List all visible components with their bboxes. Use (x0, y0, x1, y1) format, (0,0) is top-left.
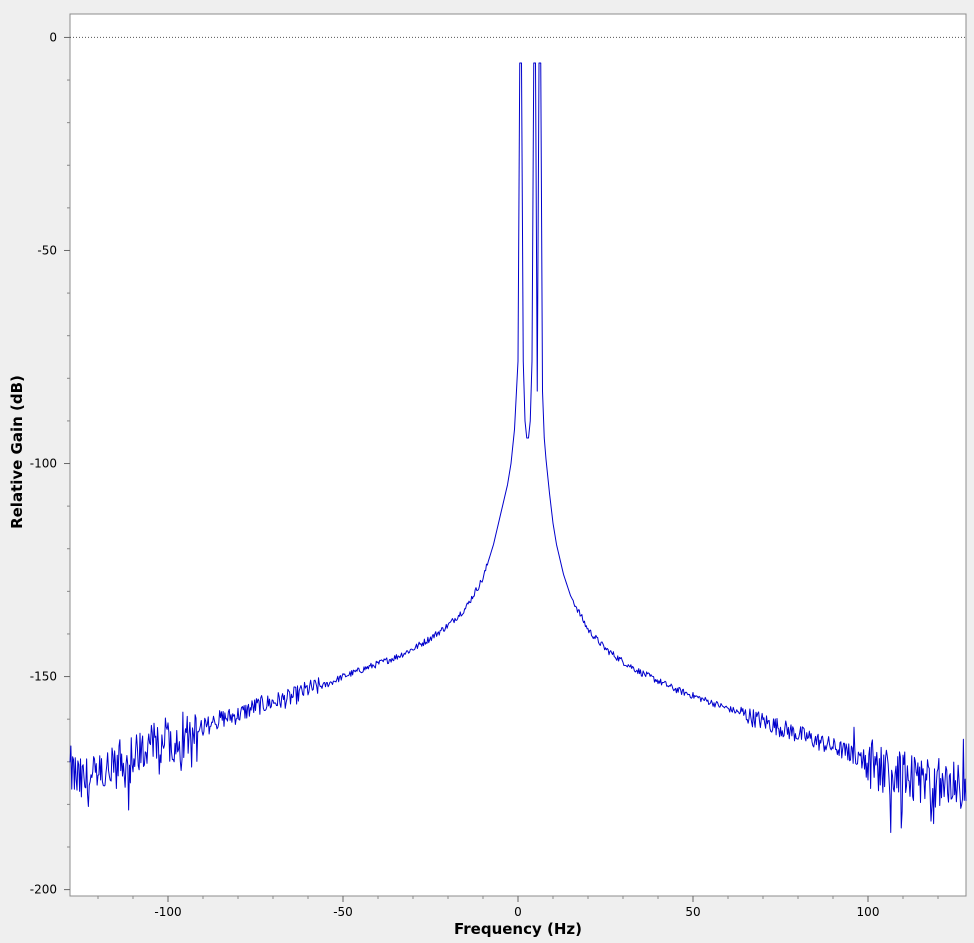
x-tick-label: 0 (514, 905, 522, 919)
x-axis: -100 -50 0 50 100 (97, 896, 939, 919)
x-tick-label: -50 (333, 905, 353, 919)
plot-area: 0 -50 -100 -150 -200 -100 -50 0 50 100 Frequency… (0, 0, 974, 943)
x-tick-label: 50 (685, 905, 700, 919)
y-axis: 0 -50 -100 -150 -200 (30, 30, 70, 897)
spectrum-chart: 0 -50 -100 -150 -200 -100 -50 0 50 100 Frequency… (8, 13, 967, 938)
y-tick-label: -150 (30, 670, 57, 684)
y-tick-label: -200 (30, 883, 57, 897)
y-tick-label: 0 (49, 30, 57, 44)
y-axis-title: Relative Gain (dB) (8, 375, 26, 529)
x-axis-title: Frequency (Hz) (454, 920, 582, 938)
x-tick-label: -100 (154, 905, 181, 919)
y-tick-label: -100 (30, 457, 57, 471)
plot-frame (69, 13, 967, 897)
x-tick-label: 100 (857, 905, 880, 919)
y-tick-label: -50 (37, 243, 57, 257)
